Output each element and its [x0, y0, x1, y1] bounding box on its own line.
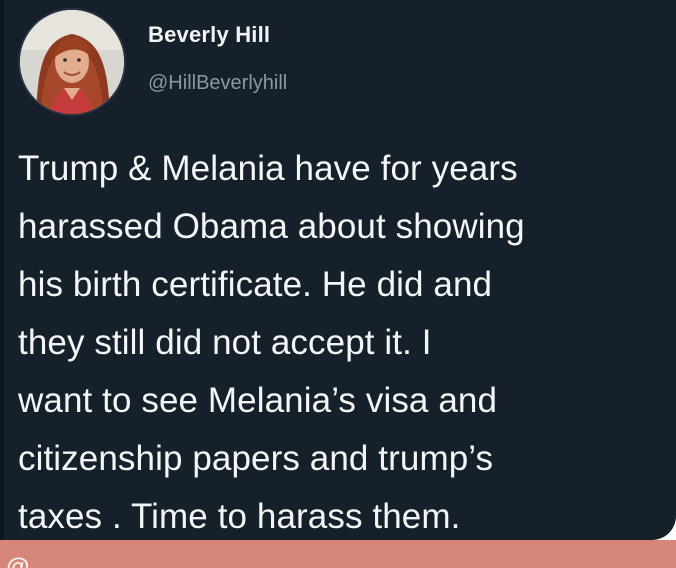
- user-handle[interactable]: @HillBeverlyhill: [148, 72, 287, 95]
- tweet-text-line: Trump & Melania have for years: [18, 149, 518, 188]
- avatar[interactable]: [20, 10, 124, 114]
- bottom-strip: @: [0, 540, 676, 568]
- tweet-text-line: his birth certificate. He did and: [18, 265, 493, 304]
- bottom-strip-text: @: [6, 554, 31, 568]
- card-edge-shadow: [0, 0, 4, 540]
- tweet-text: Trump & Melania have for years harassed …: [18, 140, 662, 540]
- display-name[interactable]: Beverly Hill: [148, 22, 270, 48]
- tweet-text-line: citizenship papers and trump’s: [18, 439, 494, 478]
- tweet-text-line: taxes . Time to harass them.: [18, 497, 461, 536]
- tweet-text-line: harassed Obama about showing: [18, 207, 525, 246]
- profile-photo-icon: [20, 10, 124, 114]
- tweet-card: Beverly Hill @HillBeverlyhill Trump & Me…: [0, 0, 676, 540]
- tweet-text-line: want to see Melania’s visa and: [18, 381, 498, 420]
- tweet-text-line: they still did not accept it. I: [18, 323, 432, 362]
